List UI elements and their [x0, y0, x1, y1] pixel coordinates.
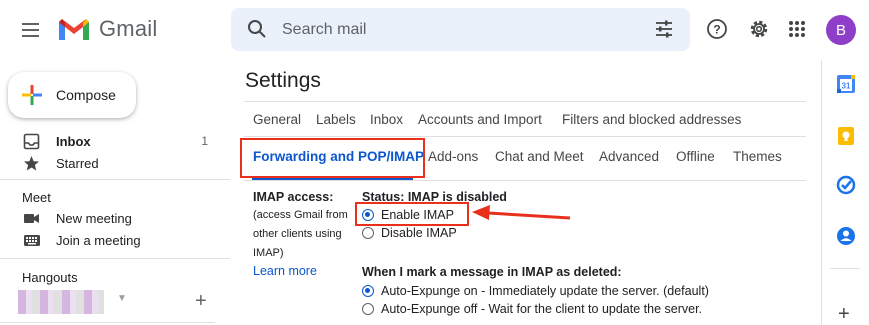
- join-meeting-label: Join a meeting: [56, 233, 141, 248]
- side-panel-divider: [821, 60, 822, 325]
- google-apps-icon[interactable]: [788, 20, 806, 38]
- sidebar-divider: [0, 258, 230, 259]
- radio-unselected-icon[interactable]: [362, 227, 374, 239]
- unread-count: 1: [201, 134, 208, 148]
- gmail-logo[interactable]: Gmail: [57, 16, 157, 42]
- disable-imap-radio[interactable]: Disable IMAP: [362, 226, 457, 240]
- sidebar-divider: [0, 322, 215, 323]
- radio-selected-icon[interactable]: [362, 285, 374, 297]
- tab-annotation-box: [240, 138, 425, 178]
- imap-annotation-box: [355, 202, 469, 226]
- tasks-icon[interactable]: [836, 175, 856, 195]
- tab-offline[interactable]: Offline: [676, 149, 715, 164]
- app-name: Gmail: [99, 16, 158, 41]
- svg-text:?: ?: [713, 23, 720, 37]
- sidebar-item-inbox[interactable]: Inbox 1: [0, 131, 220, 153]
- search-input[interactable]: Search mail: [282, 21, 366, 39]
- search-options-icon[interactable]: [654, 19, 674, 39]
- join-meeting-item[interactable]: Join a meeting: [0, 230, 220, 252]
- help-icon[interactable]: ?: [706, 18, 728, 40]
- tab-inbox[interactable]: Inbox: [370, 112, 403, 127]
- auto-expunge-off-radio[interactable]: Auto-Expunge off - Wait for the client t…: [362, 302, 702, 316]
- search-bar[interactable]: Search mail: [231, 8, 690, 51]
- tab-add-ons[interactable]: Add-ons: [428, 149, 478, 164]
- auto-expunge-on-radio[interactable]: Auto-Expunge on - Immediately update the…: [362, 284, 709, 298]
- svg-text:31: 31: [842, 82, 851, 91]
- tab-chat-and-meet[interactable]: Chat and Meet: [495, 149, 584, 164]
- imap-access-description: (access Gmail from: [253, 209, 348, 221]
- contacts-icon[interactable]: [836, 226, 856, 246]
- imap-deleted-heading: When I mark a message in IMAP as deleted…: [362, 265, 622, 279]
- compose-plus-icon: [22, 85, 42, 105]
- calendar-icon[interactable]: 31: [836, 74, 856, 94]
- compose-label: Compose: [56, 87, 116, 103]
- imap-access-label: IMAP access:: [253, 190, 334, 204]
- add-chat-icon[interactable]: +: [195, 290, 207, 313]
- account-avatar[interactable]: B: [826, 15, 856, 45]
- tab-general[interactable]: General: [253, 112, 301, 127]
- hangouts-dropdown-icon[interactable]: ▼: [117, 293, 127, 304]
- sidebar-divider: [0, 179, 230, 180]
- tabs-divider: [244, 180, 806, 181]
- new-meeting-label: New meeting: [56, 211, 132, 226]
- tab-filters-and-blocked[interactable]: Filters and blocked addresses: [562, 112, 741, 127]
- page-title: Settings: [245, 69, 321, 92]
- add-addon-icon[interactable]: +: [838, 303, 850, 325]
- video-camera-icon: [24, 214, 39, 223]
- tab-advanced[interactable]: Advanced: [599, 149, 659, 164]
- radio-unselected-icon[interactable]: [362, 303, 374, 315]
- disable-imap-label: Disable IMAP: [381, 226, 457, 240]
- tab-themes[interactable]: Themes: [733, 149, 782, 164]
- hangouts-user-avatar[interactable]: [18, 290, 104, 314]
- keyboard-icon: [24, 235, 40, 246]
- inbox-icon: [23, 133, 40, 150]
- learn-more-link[interactable]: Learn more: [253, 264, 317, 278]
- annotation-arrow-icon: [472, 205, 571, 220]
- imap-access-description: IMAP): [253, 247, 284, 259]
- tabs-divider: [244, 101, 806, 102]
- auto-expunge-off-label: Auto-Expunge off - Wait for the client t…: [381, 302, 703, 316]
- imap-access-description: other clients using: [253, 228, 342, 240]
- meet-section-title: Meet: [22, 190, 51, 205]
- auto-expunge-on-label: Auto-Expunge on - Immediately update the…: [381, 284, 709, 298]
- hangouts-section-title: Hangouts: [22, 270, 78, 285]
- compose-button[interactable]: Compose: [8, 72, 136, 118]
- search-icon[interactable]: [247, 19, 267, 39]
- star-icon: [24, 156, 39, 171]
- sidebar-item-starred[interactable]: Starred: [0, 153, 220, 175]
- main-menu-button[interactable]: [18, 18, 44, 42]
- sidebar-item-label: Inbox: [56, 134, 91, 149]
- settings-gear-icon[interactable]: [747, 17, 771, 41]
- gmail-m-icon: [59, 19, 89, 40]
- side-panel-separator: [830, 268, 860, 269]
- tabs-divider: [244, 136, 806, 137]
- keep-icon[interactable]: [836, 126, 856, 146]
- new-meeting-item[interactable]: New meeting: [0, 208, 220, 230]
- sidebar-item-label: Starred: [56, 156, 99, 171]
- tab-labels[interactable]: Labels: [316, 112, 356, 127]
- tab-accounts-and-import[interactable]: Accounts and Import: [418, 112, 542, 127]
